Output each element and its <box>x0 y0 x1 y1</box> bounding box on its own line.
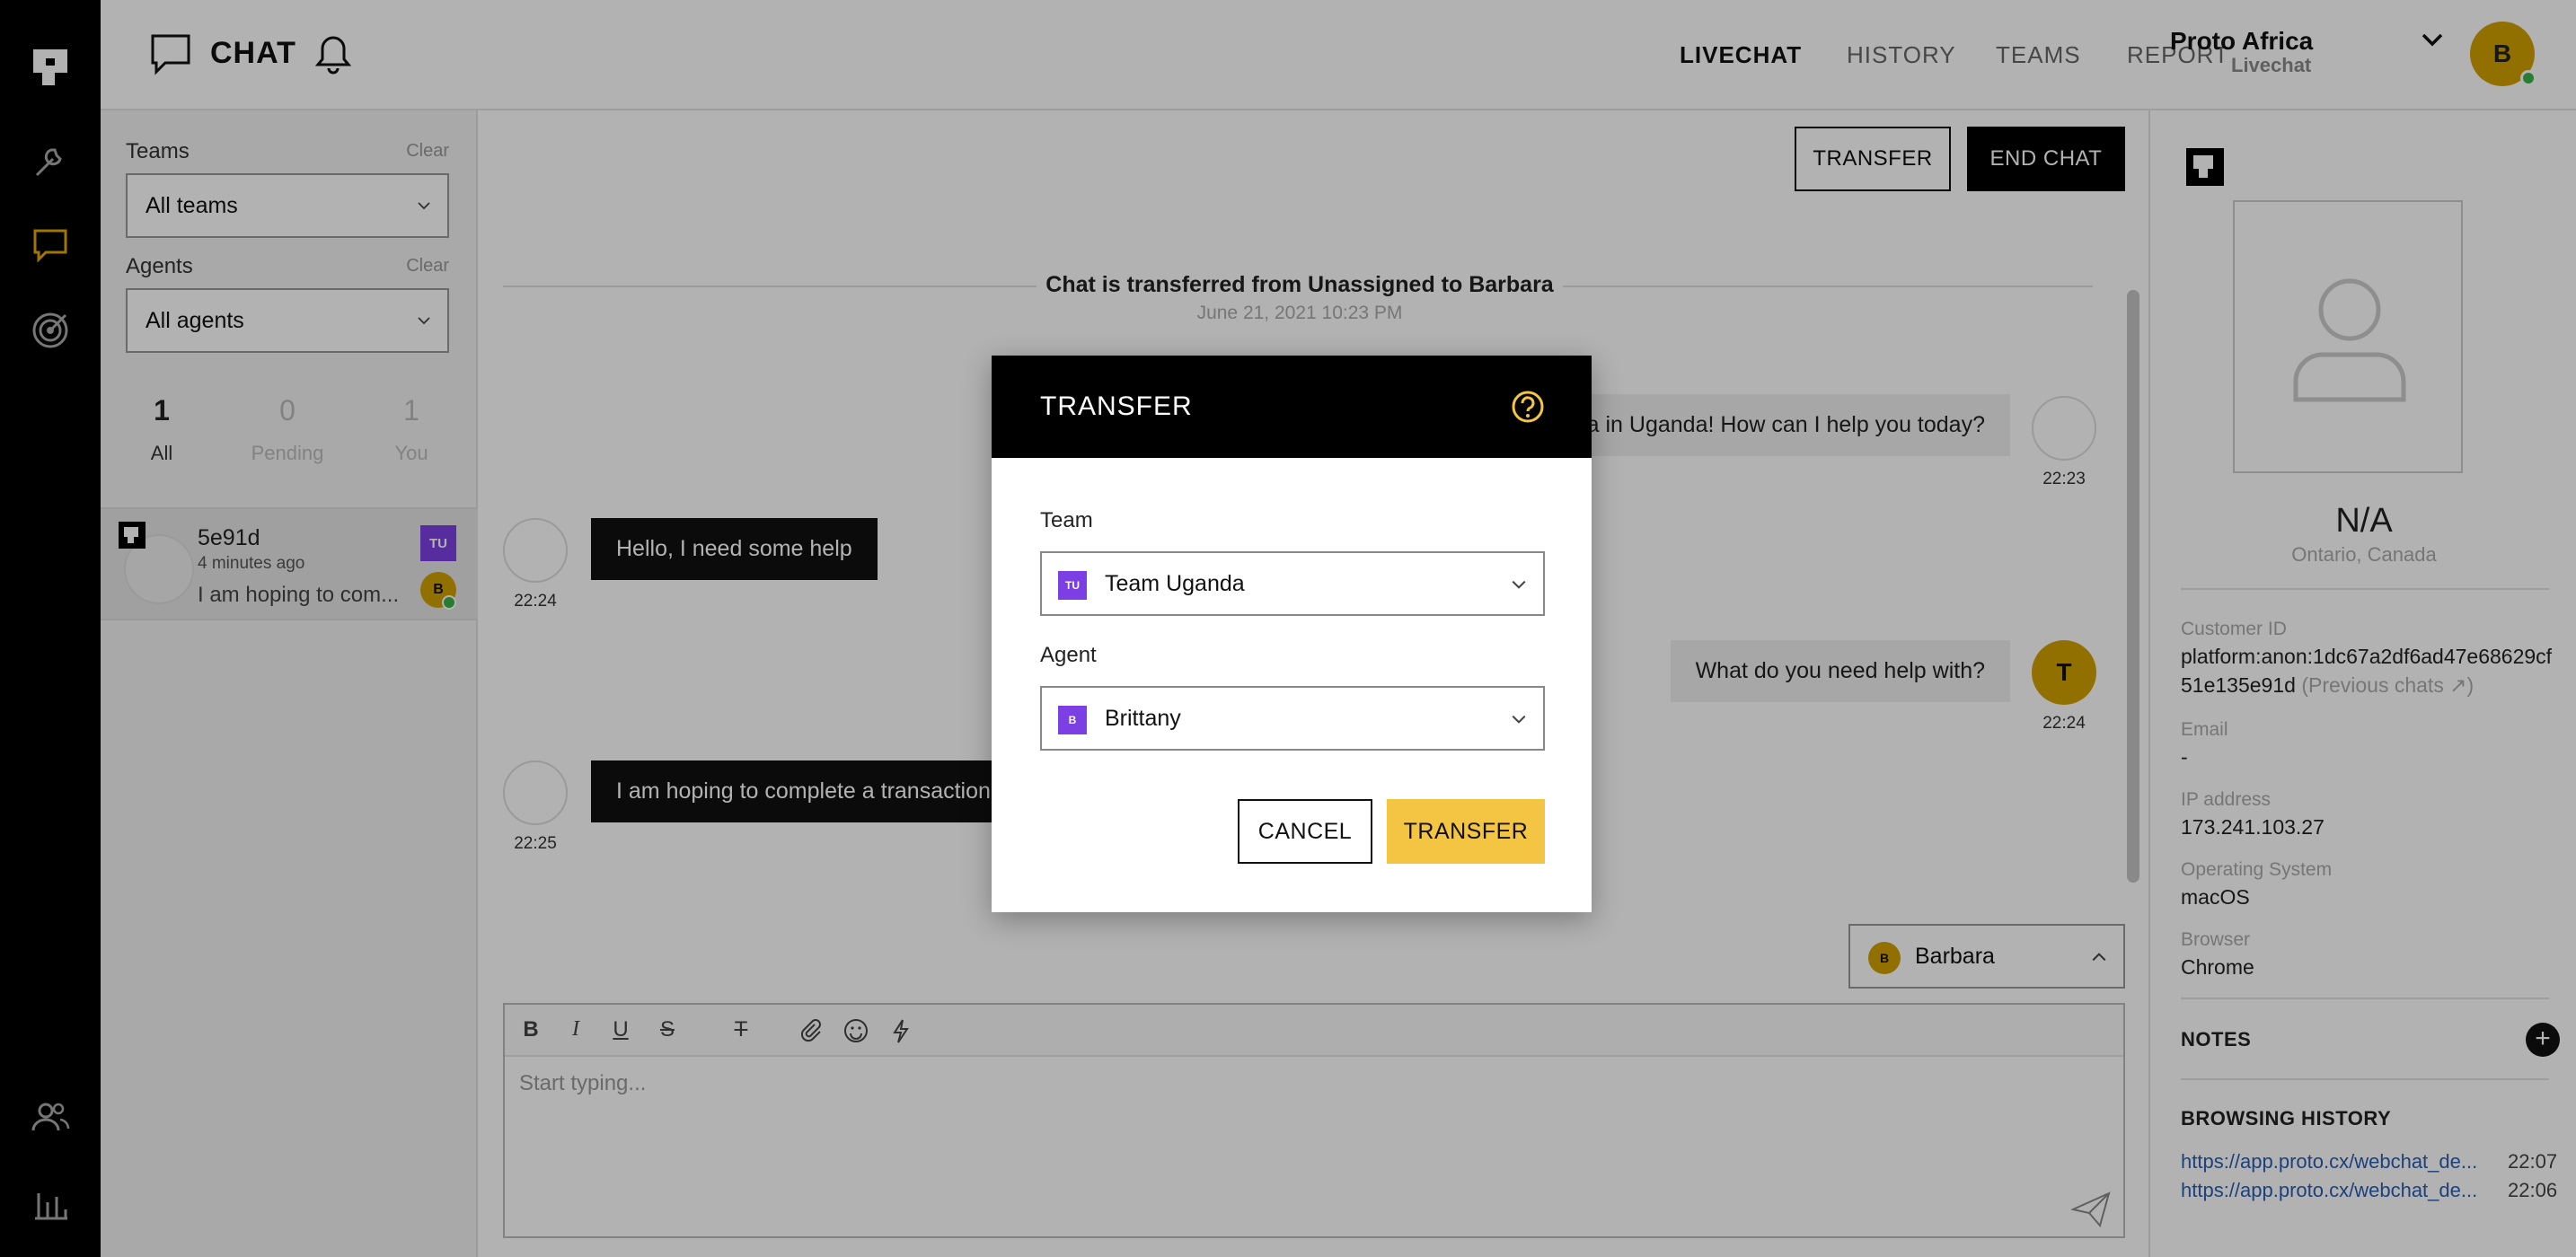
agent-select-value: Brittany <box>1105 705 1181 731</box>
confirm-transfer-button[interactable]: TRANSFER <box>1387 799 1545 864</box>
team-select-value: Team Uganda <box>1105 570 1245 596</box>
agent-badge: B <box>1058 706 1087 734</box>
team-select[interactable]: TU Team Uganda <box>1040 551 1545 616</box>
team-badge: TU <box>1058 571 1087 600</box>
team-label: Team <box>1040 508 1093 532</box>
chevron-down-icon <box>1512 715 1526 724</box>
transfer-dialog: TRANSFER Team TU Team Uganda Agent B Bri… <box>992 356 1592 912</box>
cancel-button[interactable]: CANCEL <box>1238 799 1372 864</box>
dialog-header: TRANSFER <box>992 356 1592 458</box>
chevron-down-icon <box>1512 580 1526 589</box>
agent-select[interactable]: B Brittany <box>1040 686 1545 751</box>
help-icon[interactable] <box>1511 390 1545 424</box>
agent-label: Agent <box>1040 643 1097 667</box>
dialog-title: TRANSFER <box>1040 391 1193 421</box>
